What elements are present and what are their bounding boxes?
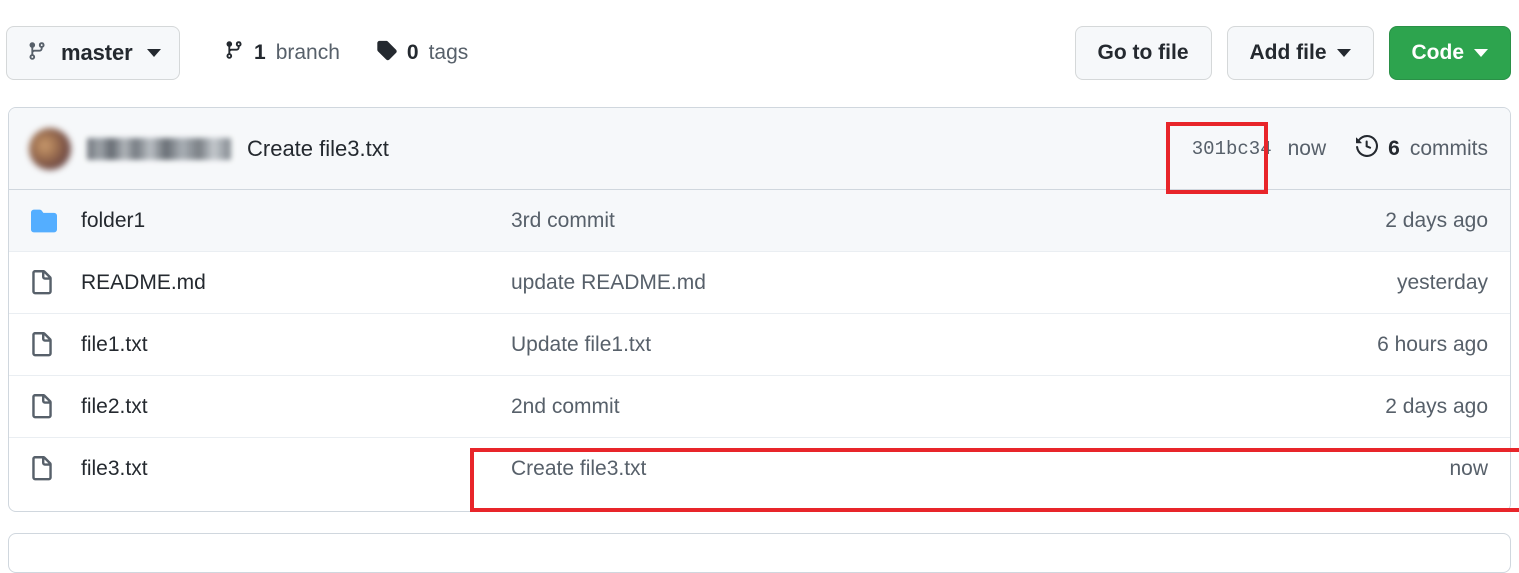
add-file-label: Add file bbox=[1249, 41, 1327, 64]
tag-icon bbox=[376, 39, 397, 67]
git-branch-icon bbox=[27, 40, 47, 67]
file-name-link[interactable]: file3.txt bbox=[81, 457, 511, 481]
branch-count-number: 1 bbox=[254, 41, 266, 64]
repo-toolbar: master 1 branch 0 tags Go to file Add fi… bbox=[0, 0, 1519, 107]
branch-name-label: master bbox=[61, 40, 133, 65]
table-row[interactable]: folder1 3rd commit 2 days ago bbox=[9, 190, 1510, 252]
commit-relative-time: now bbox=[1287, 136, 1327, 160]
repo-meta-group: 1 branch 0 tags bbox=[224, 26, 468, 80]
chevron-down-icon bbox=[1474, 49, 1488, 57]
git-branch-icon bbox=[224, 39, 244, 67]
file-name-link[interactable]: file2.txt bbox=[81, 395, 511, 419]
readme-container-partial bbox=[8, 533, 1511, 573]
add-file-button[interactable]: Add file bbox=[1226, 26, 1374, 80]
file-commit-message[interactable]: 3rd commit bbox=[511, 209, 1228, 233]
code-button[interactable]: Code bbox=[1388, 26, 1511, 80]
branch-count-label: branch bbox=[275, 41, 340, 64]
branch-selector-button[interactable]: master bbox=[6, 26, 180, 80]
file-name-link[interactable]: folder1 bbox=[81, 209, 511, 233]
chevron-down-icon bbox=[146, 49, 161, 57]
commit-meta-group: 301bc34 now 6 commits bbox=[1192, 134, 1488, 163]
go-to-file-label: Go to file bbox=[1097, 41, 1189, 64]
table-row[interactable]: file3.txt Create file3.txt now bbox=[9, 438, 1510, 500]
file-icon bbox=[29, 331, 81, 359]
code-label: Code bbox=[1411, 41, 1465, 64]
file-commit-age: 2 days ago bbox=[1385, 208, 1488, 232]
file-commit-age: now bbox=[1449, 457, 1488, 480]
tag-count-link[interactable]: 0 tags bbox=[376, 39, 468, 67]
latest-commit-message[interactable]: Create file3.txt bbox=[247, 136, 389, 162]
history-clock-icon bbox=[1356, 134, 1379, 163]
table-row[interactable]: README.md update README.md yesterday bbox=[9, 252, 1510, 314]
commits-count-number: 6 bbox=[1388, 136, 1400, 160]
commit-sha-link[interactable]: 301bc34 bbox=[1192, 138, 1272, 160]
table-row[interactable]: file1.txt Update file1.txt 6 hours ago bbox=[9, 314, 1510, 376]
repo-action-buttons: Go to file Add file Code bbox=[1074, 26, 1511, 80]
author-avatar[interactable] bbox=[29, 127, 71, 170]
file-commit-message[interactable]: Update file1.txt bbox=[511, 333, 1228, 357]
branch-count-link[interactable]: 1 branch bbox=[224, 39, 340, 67]
tag-count-label: tags bbox=[428, 41, 469, 64]
table-row[interactable]: file2.txt 2nd commit 2 days ago bbox=[9, 376, 1510, 438]
file-commit-message[interactable]: 2nd commit bbox=[511, 395, 1228, 419]
latest-commit-header: Create file3.txt 301bc34 now 6 commits bbox=[9, 108, 1510, 190]
file-name-link[interactable]: README.md bbox=[81, 271, 511, 295]
folder-icon bbox=[29, 208, 81, 234]
go-to-file-button[interactable]: Go to file bbox=[1074, 26, 1212, 80]
file-name-link[interactable]: file1.txt bbox=[81, 333, 511, 357]
commits-count-label: commits bbox=[1409, 136, 1488, 160]
file-commit-message[interactable]: Create file3.txt bbox=[511, 457, 1228, 481]
file-icon bbox=[29, 455, 81, 483]
file-commit-age: 2 days ago bbox=[1385, 394, 1488, 418]
file-commit-message[interactable]: update README.md bbox=[511, 271, 1228, 295]
file-commit-age: yesterday bbox=[1396, 270, 1488, 294]
file-icon bbox=[29, 269, 81, 297]
commit-sha-wrapper: 301bc34 bbox=[1192, 138, 1272, 160]
chevron-down-icon bbox=[1336, 49, 1351, 57]
file-commit-age: 6 hours ago bbox=[1377, 332, 1488, 356]
file-icon bbox=[29, 393, 81, 421]
commit-author-name[interactable] bbox=[87, 137, 231, 160]
tag-count-number: 0 bbox=[406, 41, 419, 64]
commit-history-link[interactable]: 6 commits bbox=[1356, 134, 1488, 163]
file-list-container: Create file3.txt 301bc34 now 6 commits f… bbox=[8, 107, 1511, 512]
